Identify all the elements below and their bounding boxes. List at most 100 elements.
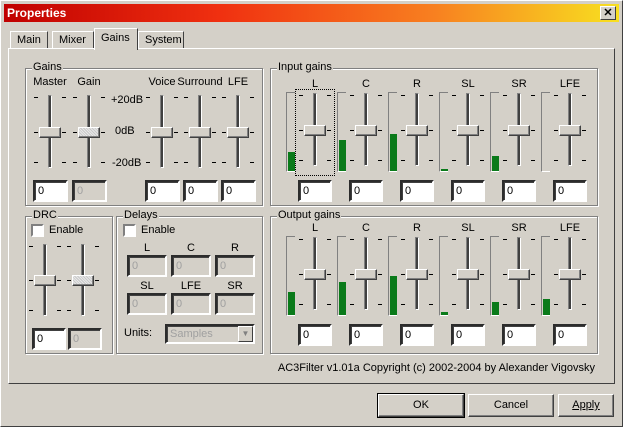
meter-fill xyxy=(441,311,448,315)
output-gains-input-c[interactable]: 0 xyxy=(349,324,383,346)
output-gains-input-l[interactable]: 0 xyxy=(298,324,332,346)
tick-mark xyxy=(212,97,216,98)
gain-slider-master-thumb[interactable] xyxy=(39,126,61,138)
tick-mark xyxy=(429,160,433,161)
tick-mark xyxy=(57,246,61,247)
tick-mark xyxy=(350,160,354,161)
tick-mark xyxy=(62,162,66,163)
input-gains-slider-lfe-thumb[interactable] xyxy=(559,124,581,136)
channel-label: SR xyxy=(511,222,527,234)
gain-slider-voice-thumb[interactable] xyxy=(151,126,173,138)
group-title: Output gains xyxy=(277,209,342,221)
tick-mark xyxy=(452,304,456,305)
tick-mark xyxy=(531,304,535,305)
tick-mark xyxy=(250,131,254,133)
delay-label: L xyxy=(143,242,151,254)
output-gains-slider-sr-thumb[interactable] xyxy=(508,268,530,280)
delay-input-l: 0 xyxy=(127,255,167,277)
tick-mark xyxy=(378,239,382,240)
gain-slider-surround-thumb[interactable] xyxy=(189,126,211,138)
level-meter xyxy=(541,236,550,316)
output-gains-slider-sl-thumb[interactable] xyxy=(457,268,479,280)
output-gains-input-sr[interactable]: 0 xyxy=(502,324,536,346)
drc-slider-thumb[interactable] xyxy=(34,275,56,286)
tick-mark xyxy=(582,95,586,96)
tick-mark xyxy=(29,246,33,247)
tick-mark xyxy=(146,97,150,98)
output-gains-slider-c-thumb[interactable] xyxy=(355,268,377,280)
gain-input-gain: 0 xyxy=(72,180,107,202)
input-gains-input-l[interactable]: 0 xyxy=(298,180,332,202)
tab-mixer[interactable]: Mixer xyxy=(52,31,94,49)
tick-mark xyxy=(378,129,382,131)
input-gains-input-sr[interactable]: 0 xyxy=(502,180,536,202)
tick-mark xyxy=(29,310,33,311)
tick-mark xyxy=(401,239,405,240)
input-gains-input-r[interactable]: 0 xyxy=(400,180,434,202)
gain-input-surround[interactable]: 0 xyxy=(183,180,218,202)
tick-mark xyxy=(452,273,456,275)
tick-mark xyxy=(401,273,405,275)
scale-top-label: +20dB xyxy=(111,94,144,106)
tick-mark xyxy=(299,239,303,240)
input-gains-slider-sl-thumb[interactable] xyxy=(457,124,479,136)
meter-fill xyxy=(288,291,295,315)
gain-slider-lfe-thumb[interactable] xyxy=(227,126,249,138)
tick-mark xyxy=(401,95,405,96)
delays-enable-label: Enable xyxy=(141,224,176,236)
tick-mark xyxy=(73,162,77,163)
channel-label: L xyxy=(311,222,319,234)
input-gains-input-c[interactable]: 0 xyxy=(349,180,383,202)
tick-mark xyxy=(582,273,586,275)
close-button[interactable]: ✕ xyxy=(600,6,616,20)
tick-mark xyxy=(401,160,405,161)
units-value: Samples xyxy=(170,328,213,340)
tick-mark xyxy=(429,304,433,305)
delays-enable-checkbox[interactable] xyxy=(123,224,136,237)
output-gains-slider-l-thumb[interactable] xyxy=(304,268,326,280)
tick-mark xyxy=(184,97,188,98)
input-gains-input-lfe[interactable]: 0 xyxy=(553,180,587,202)
drc-enable-checkbox[interactable] xyxy=(31,224,44,237)
tab-main[interactable]: Main xyxy=(10,31,48,49)
cancel-button[interactable]: Cancel xyxy=(468,394,554,417)
gain-input-voice[interactable]: 0 xyxy=(145,180,180,202)
meter-fill xyxy=(390,276,397,315)
tick-mark xyxy=(452,239,456,240)
gain-input-lfe[interactable]: 0 xyxy=(221,180,256,202)
tick-mark xyxy=(29,280,33,281)
ok-button[interactable]: OK xyxy=(377,393,465,418)
tick-mark xyxy=(34,162,38,163)
drc-value-input[interactable]: 0 xyxy=(32,328,66,350)
tab-gains[interactable]: Gains xyxy=(94,28,138,50)
chevron-down-icon: ▼ xyxy=(238,326,253,342)
slider-label: LFE xyxy=(227,76,249,88)
tab-label: Gains xyxy=(101,32,130,44)
tick-mark xyxy=(327,304,331,305)
level-meter xyxy=(337,92,346,172)
units-label: Units: xyxy=(124,327,153,339)
tick-mark xyxy=(299,273,303,275)
delay-input-sr: 0 xyxy=(215,293,255,315)
tick-mark xyxy=(67,280,71,281)
drc-level-slider-thumb xyxy=(72,275,94,286)
input-gains-slider-c-thumb[interactable] xyxy=(355,124,377,136)
tick-mark xyxy=(174,97,178,98)
level-meter xyxy=(388,92,397,172)
input-gains-slider-sr-thumb[interactable] xyxy=(508,124,530,136)
units-select: Samples ▼ xyxy=(165,324,255,344)
output-gains-input-lfe[interactable]: 0 xyxy=(553,324,587,346)
apply-button[interactable]: Apply xyxy=(558,394,614,417)
input-gains-input-sl[interactable]: 0 xyxy=(451,180,485,202)
output-gains-slider-r-thumb[interactable] xyxy=(406,268,428,280)
output-gains-input-sl[interactable]: 0 xyxy=(451,324,485,346)
gain-input-master[interactable]: 0 xyxy=(33,180,68,202)
output-gains-input-r[interactable]: 0 xyxy=(400,324,434,346)
channel-label: SR xyxy=(511,78,527,90)
tick-mark xyxy=(503,129,507,131)
output-gains-slider-lfe-thumb[interactable] xyxy=(559,268,581,280)
tab-label: Main xyxy=(17,34,41,46)
meter-fill xyxy=(390,134,397,171)
tab-system[interactable]: System xyxy=(138,31,184,49)
input-gains-slider-r-thumb[interactable] xyxy=(406,124,428,136)
